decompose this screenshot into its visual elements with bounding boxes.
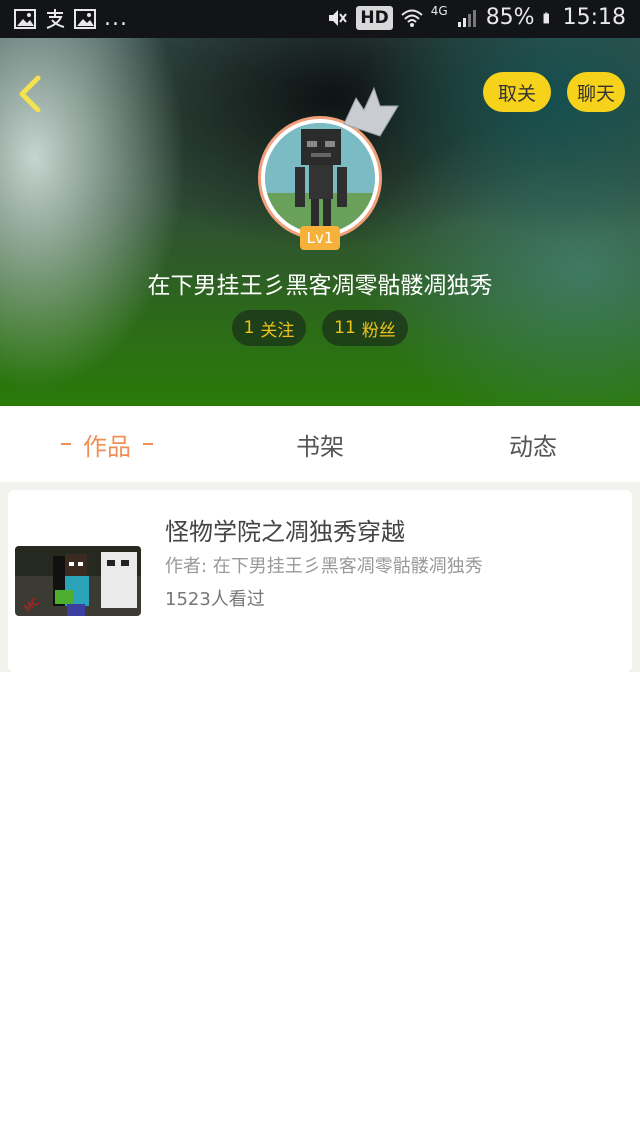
clock: 15:18 (562, 5, 626, 30)
profile-tabs: 作品 书架 动态 (0, 406, 640, 482)
work-views: 1523人看过 (165, 589, 265, 610)
tab-activity[interactable]: 动态 (466, 406, 600, 482)
work-author: 作者: 在下男挂王彡黑客凋零骷髅凋独秀 (165, 556, 483, 577)
image-icon (14, 8, 36, 29)
battery-icon (543, 12, 549, 23)
battery-percent: 85% (485, 5, 535, 30)
tab-bookshelf[interactable]: 书架 (254, 406, 386, 482)
following-label: 关注 (260, 320, 295, 341)
back-icon[interactable] (14, 72, 48, 116)
system-status: HD 4G 85% 15:18 (326, 3, 626, 30)
notification-icons: ... (14, 6, 128, 31)
level-badge: Lv1 (300, 226, 340, 250)
tab-label: 作品 (83, 432, 131, 461)
tab-works[interactable]: 作品 (40, 406, 174, 482)
overflow-dots: ... (104, 6, 128, 31)
chat-button[interactable]: 聊天 (567, 72, 625, 112)
network-type: 4G (430, 3, 448, 18)
tab-label: 动态 (509, 432, 557, 461)
image-icon (74, 8, 96, 29)
username: 在下男挂王彡黑客凋零骷髅凋独秀 (147, 273, 493, 299)
status-bar: ... HD 4G 85% 15:18 (0, 0, 640, 38)
followers-stat[interactable]: 11 粉丝 (322, 310, 408, 346)
list-item[interactable]: MC 怪物学院之凋独秀穿越 作者: 在下男挂王彡黑客凋零骷髅凋独秀 1523人看… (8, 490, 632, 672)
hd-badge: HD (356, 5, 393, 30)
work-title: 怪物学院之凋独秀穿越 (165, 518, 405, 546)
followers-count: 11 (334, 318, 356, 338)
alipay-icon (46, 8, 65, 29)
crown-icon (343, 86, 399, 137)
following-count: 1 (243, 318, 255, 338)
tab-indicator-right (143, 443, 153, 445)
signal-icon (457, 9, 476, 27)
mute-icon (329, 9, 348, 26)
unfollow-button[interactable]: 取关 (483, 72, 551, 112)
avatar-container: Lv1 (258, 86, 399, 250)
wifi-icon (401, 9, 423, 27)
following-stat[interactable]: 1 关注 (232, 310, 306, 346)
profile-header: 取关 聊天 Lv1 在下男挂王彡黑客凋零骷髅凋独秀 1 关注 11 粉丝 (0, 38, 640, 406)
followers-label: 粉丝 (361, 320, 396, 341)
tab-indicator-left (61, 443, 71, 445)
tab-label: 书架 (296, 432, 344, 461)
work-cover-image: MC (15, 546, 141, 616)
